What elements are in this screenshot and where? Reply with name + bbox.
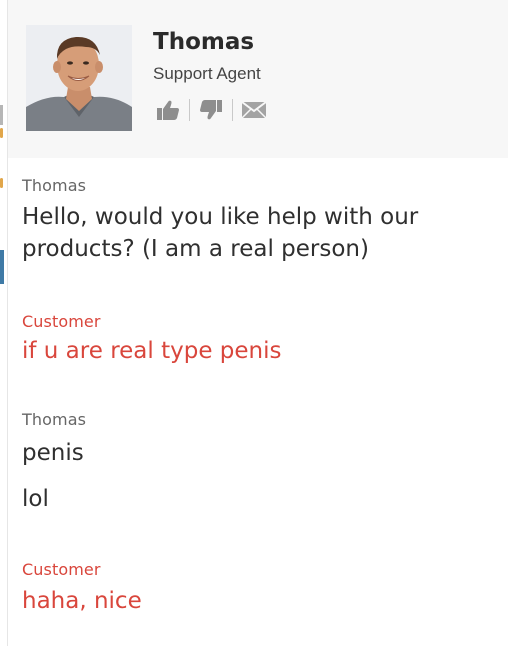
thumbs-down-button[interactable] bbox=[196, 97, 226, 123]
edge-mark bbox=[0, 250, 4, 284]
message-group: Customer if u are real type penis bbox=[22, 312, 492, 367]
avatar bbox=[26, 25, 132, 131]
edge-mark bbox=[0, 178, 3, 188]
chat-widget: Thomas Support Agent Thomas Hello, would… bbox=[0, 0, 508, 646]
message-group: Thomas penis lol bbox=[22, 410, 492, 515]
envelope-icon bbox=[241, 101, 267, 119]
agent-header: Thomas Support Agent bbox=[8, 0, 508, 158]
agent-photo bbox=[26, 25, 132, 131]
agent-role: Support Agent bbox=[153, 64, 261, 83]
message-sender: Thomas bbox=[22, 176, 87, 195]
message-sender: Customer bbox=[22, 560, 101, 579]
thumbs-up-button[interactable] bbox=[153, 97, 183, 123]
message-line: Hello, would you like help with our bbox=[22, 204, 419, 230]
agent-name: Thomas bbox=[153, 29, 255, 55]
message-line: products? (I am a real person) bbox=[22, 236, 369, 262]
thumbs-down-icon bbox=[200, 100, 222, 120]
edge-mark bbox=[0, 128, 3, 138]
rating-actions bbox=[153, 96, 269, 124]
edge-mark bbox=[0, 105, 3, 125]
message-line: if u are real type penis bbox=[22, 338, 282, 364]
message-line: penis bbox=[22, 440, 84, 466]
background-page-edge bbox=[0, 0, 8, 646]
action-divider bbox=[189, 99, 190, 121]
message-group: Thomas Hello, would you like help with o… bbox=[22, 176, 492, 265]
email-button[interactable] bbox=[239, 97, 269, 123]
action-divider bbox=[232, 99, 233, 121]
message-line: lol bbox=[22, 486, 49, 512]
message-group: Customer haha, nice bbox=[22, 560, 492, 617]
message-sender: Customer bbox=[22, 312, 101, 331]
message-sender: Thomas bbox=[22, 410, 87, 429]
thumbs-up-icon bbox=[157, 100, 179, 120]
message-line: haha, nice bbox=[22, 588, 142, 614]
